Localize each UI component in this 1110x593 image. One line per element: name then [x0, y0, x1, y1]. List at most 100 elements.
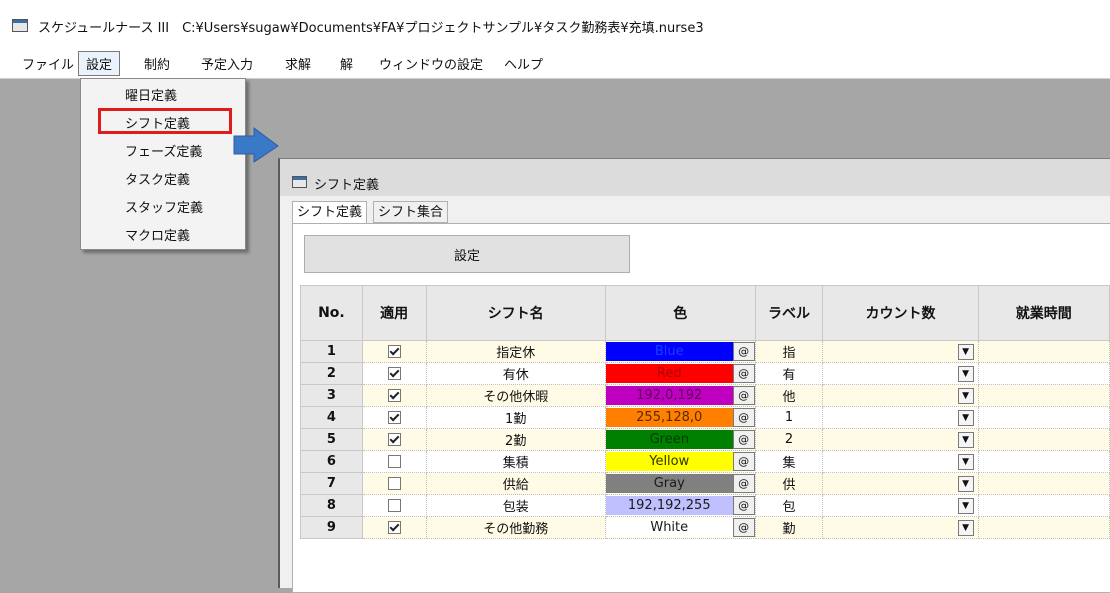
menu-settings[interactable]: 設定: [78, 51, 121, 76]
label-cell[interactable]: 供: [755, 472, 824, 495]
menu-item-macro-definition[interactable]: マクロ定義: [125, 225, 190, 244]
color-swatch[interactable]: Red: [605, 364, 733, 383]
work-hours-cell[interactable]: [978, 494, 1110, 517]
label-cell[interactable]: 1: [755, 406, 824, 429]
label-cell[interactable]: 有: [755, 362, 824, 385]
label-cell[interactable]: 集: [755, 450, 824, 473]
label-cell[interactable]: 勤: [755, 516, 824, 539]
color-picker-button[interactable]: @: [732, 474, 755, 493]
work-hours-cell[interactable]: [978, 428, 1110, 451]
count-dropdown-button[interactable]: ▼: [957, 387, 974, 404]
count-dropdown-button[interactable]: ▼: [957, 365, 974, 382]
chevron-down-icon: ▼: [962, 412, 970, 423]
apply-checkbox[interactable]: [387, 455, 401, 468]
menu-schedule-input[interactable]: 予定入力: [197, 54, 257, 73]
count-cell: ▼: [822, 384, 979, 407]
row-number: 1: [300, 340, 363, 363]
table-row: 3 その他休暇 192,0,192 @ 他 ▼: [300, 384, 1110, 407]
row-number: 5: [300, 428, 363, 451]
settings-dropdown-menu: 曜日定義 シフト定義 フェーズ定義 タスク定義 スタッフ定義 マクロ定義: [80, 78, 246, 250]
color-cell: Yellow @: [605, 450, 756, 473]
color-swatch[interactable]: 192,0,192: [605, 386, 733, 405]
chevron-down-icon: ▼: [962, 522, 970, 533]
label-cell[interactable]: 2: [755, 428, 824, 451]
apply-cell: [362, 362, 427, 385]
apply-cell: [362, 494, 427, 517]
tab-shift-set[interactable]: シフト集合: [373, 201, 449, 223]
label-cell[interactable]: 指: [755, 340, 824, 363]
apply-checkbox[interactable]: [387, 433, 401, 446]
menu-window-settings[interactable]: ウィンドウの設定: [375, 54, 487, 73]
col-header-work-hours: 就業時間: [977, 285, 1110, 341]
work-hours-cell[interactable]: [978, 450, 1110, 473]
col-header-color: 色: [604, 285, 756, 341]
menu-item-day-definition[interactable]: 曜日定義: [125, 85, 177, 104]
shift-name-cell[interactable]: 指定休: [426, 340, 606, 363]
col-header-label: ラベル: [754, 285, 824, 341]
shift-name-cell[interactable]: 集積: [426, 450, 606, 473]
apply-checkbox[interactable]: [387, 521, 401, 534]
count-dropdown-button[interactable]: ▼: [957, 475, 974, 492]
table-row: 9 その他勤務 White @ 勤 ▼: [300, 516, 1110, 539]
work-hours-cell[interactable]: [978, 362, 1110, 385]
row-number: 2: [300, 362, 363, 385]
color-picker-button[interactable]: @: [732, 452, 755, 471]
color-swatch[interactable]: 255,128,0: [605, 408, 733, 427]
color-swatch[interactable]: Yellow: [605, 452, 733, 471]
apply-checkbox[interactable]: [387, 345, 401, 358]
count-dropdown-button[interactable]: ▼: [957, 519, 974, 536]
count-dropdown-button[interactable]: ▼: [957, 453, 974, 470]
title-bar: スケジュールナース III C:¥Users¥sugaw¥Documents¥F…: [0, 0, 1110, 48]
shift-name-cell[interactable]: その他休暇: [426, 384, 606, 407]
row-number: 4: [300, 406, 363, 429]
work-hours-cell[interactable]: [978, 384, 1110, 407]
color-swatch[interactable]: White: [605, 518, 733, 537]
color-swatch[interactable]: Green: [605, 430, 733, 449]
color-picker-button[interactable]: @: [732, 408, 755, 427]
color-picker-button[interactable]: @: [732, 386, 755, 405]
apply-cell: [362, 428, 427, 451]
apply-checkbox[interactable]: [387, 477, 401, 490]
color-swatch[interactable]: 192,192,255: [605, 496, 733, 515]
color-swatch[interactable]: Gray: [605, 474, 733, 493]
work-hours-cell[interactable]: [978, 406, 1110, 429]
count-dropdown-button[interactable]: ▼: [957, 431, 974, 448]
apply-checkbox[interactable]: [387, 499, 401, 512]
color-picker-button[interactable]: @: [732, 364, 755, 383]
color-picker-button[interactable]: @: [732, 518, 755, 537]
color-picker-button[interactable]: @: [732, 430, 755, 449]
label-cell[interactable]: 包: [755, 494, 824, 517]
settings-button[interactable]: 設定: [304, 235, 630, 273]
menu-constraints[interactable]: 制約: [140, 54, 174, 73]
menu-item-task-definition[interactable]: タスク定義: [125, 169, 190, 188]
apply-cell: [362, 406, 427, 429]
count-dropdown-button[interactable]: ▼: [957, 497, 974, 514]
apply-checkbox[interactable]: [387, 411, 401, 424]
shift-name-cell[interactable]: 1勤: [426, 406, 606, 429]
menu-solve[interactable]: 求解: [281, 54, 315, 73]
shift-name-cell[interactable]: 2勤: [426, 428, 606, 451]
chevron-down-icon: ▼: [962, 434, 970, 445]
count-dropdown-button[interactable]: ▼: [957, 343, 974, 360]
shift-name-cell[interactable]: 供給: [426, 472, 606, 495]
menu-item-staff-definition[interactable]: スタッフ定義: [125, 197, 203, 216]
menu-solution[interactable]: 解: [336, 54, 357, 73]
shift-name-cell[interactable]: 有休: [426, 362, 606, 385]
work-hours-cell[interactable]: [978, 472, 1110, 495]
label-cell[interactable]: 他: [755, 384, 824, 407]
count-dropdown-button[interactable]: ▼: [957, 409, 974, 426]
shift-name-cell[interactable]: 包装: [426, 494, 606, 517]
menu-file[interactable]: ファイル: [18, 54, 78, 73]
apply-checkbox[interactable]: [387, 367, 401, 380]
work-hours-cell[interactable]: [978, 340, 1110, 363]
menu-item-phase-definition[interactable]: フェーズ定義: [125, 141, 202, 160]
work-hours-cell[interactable]: [978, 516, 1110, 539]
color-swatch[interactable]: Blue: [605, 342, 733, 361]
tab-shift-definition[interactable]: シフト定義: [292, 201, 368, 225]
menu-help[interactable]: ヘルプ: [500, 54, 547, 73]
shift-name-cell[interactable]: その他勤務: [426, 516, 606, 539]
color-picker-button[interactable]: @: [732, 342, 755, 361]
apply-checkbox[interactable]: [387, 389, 401, 402]
pointer-arrow-icon: [233, 127, 279, 163]
color-picker-button[interactable]: @: [732, 496, 755, 515]
